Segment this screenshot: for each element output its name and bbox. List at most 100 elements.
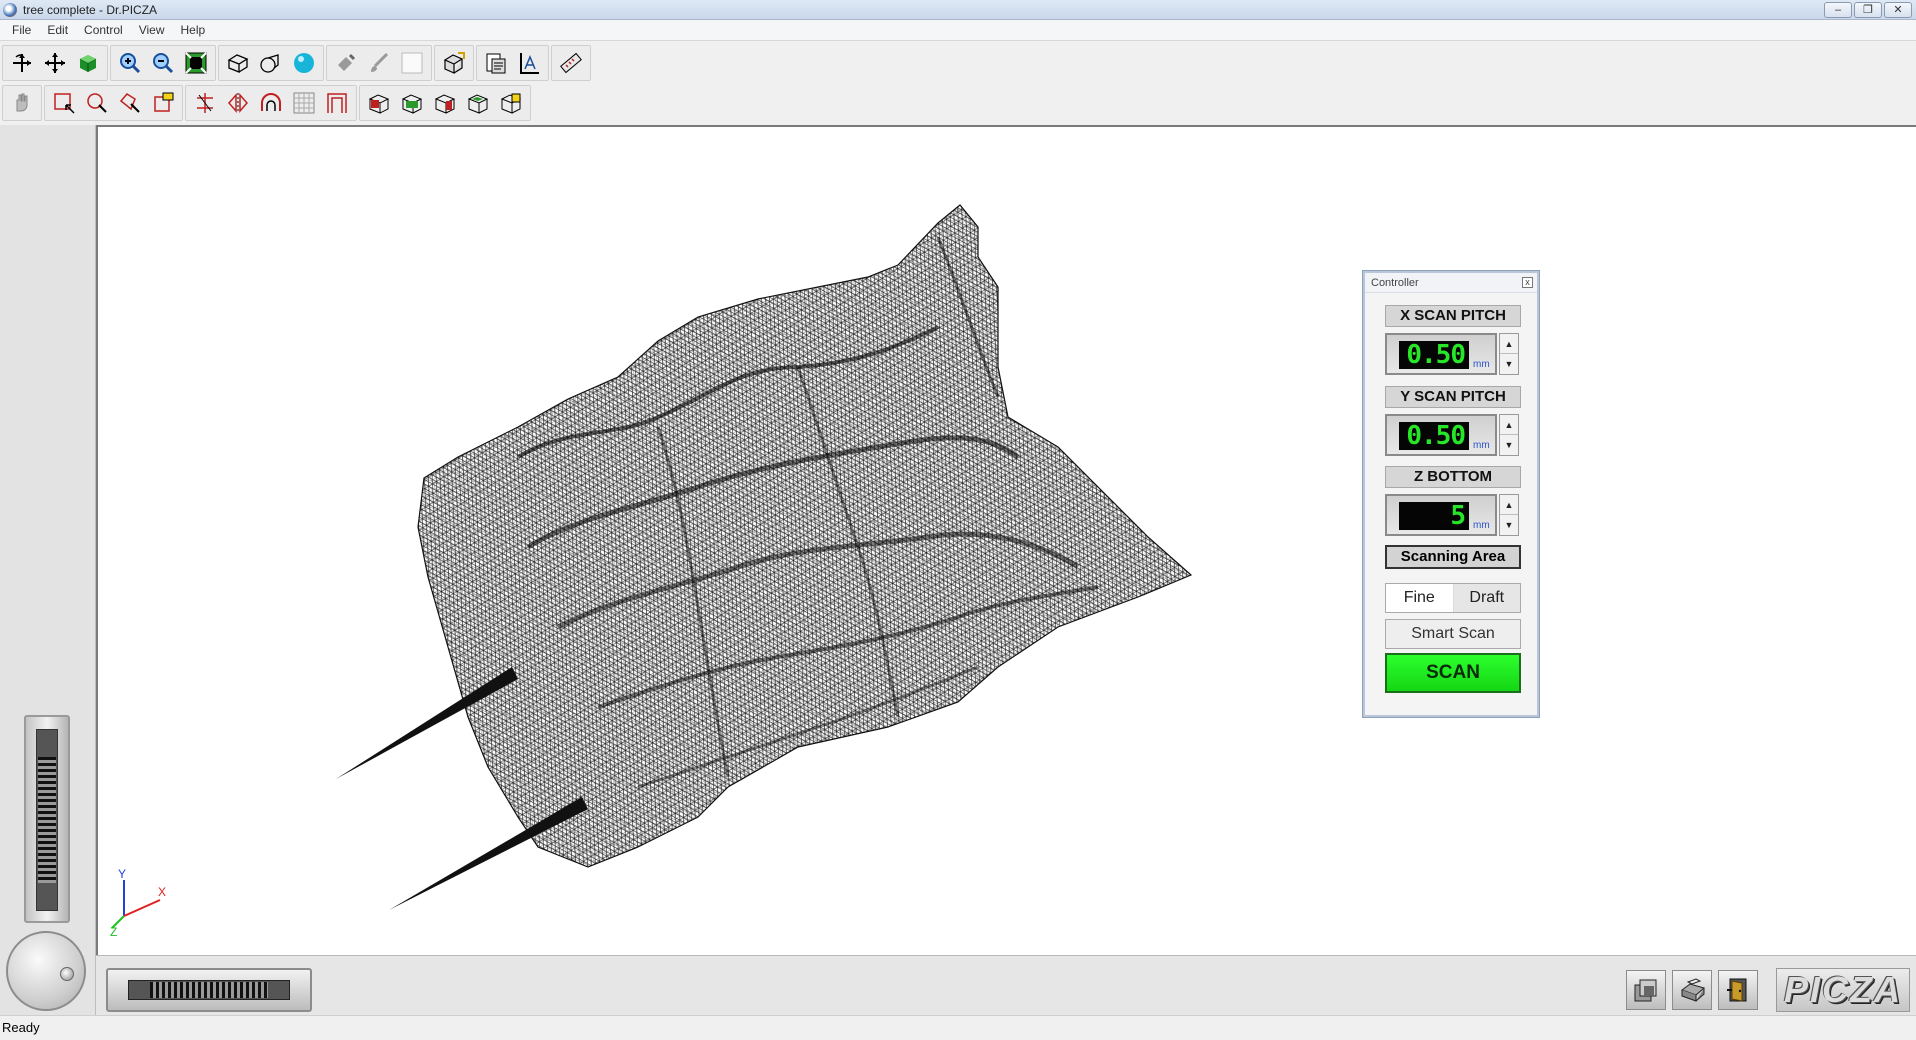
y-scan-pitch-unit: mm <box>1473 440 1490 451</box>
x-scan-pitch-value: 0.50 <box>1399 341 1469 369</box>
toolbar-group-measure <box>551 45 591 81</box>
menu-view[interactable]: View <box>131 23 173 37</box>
view-back-icon[interactable] <box>396 87 428 119</box>
print-icon[interactable] <box>1672 970 1712 1010</box>
minimize-button[interactable]: – <box>1824 2 1852 18</box>
scan-button[interactable]: SCAN <box>1385 653 1521 693</box>
restore-button[interactable]: ❐ <box>1854 2 1882 18</box>
brush-icon[interactable] <box>363 47 395 79</box>
cut-icon[interactable] <box>189 87 221 119</box>
axis-grid-icon[interactable] <box>513 47 545 79</box>
controller-title: Controller <box>1371 276 1419 289</box>
x-scan-pitch-stepper[interactable]: 0.50 mm ▲ ▼ <box>1385 333 1521 375</box>
y-axis-label: Y <box>118 867 126 881</box>
toolbar-group-tools <box>476 45 549 81</box>
picza-logo: PICZA <box>1776 968 1910 1012</box>
toolbar-group-render <box>218 45 324 81</box>
view-front-icon[interactable] <box>363 87 395 119</box>
view-iso-icon[interactable] <box>495 87 527 119</box>
polygon-select-icon[interactable] <box>114 87 146 119</box>
y-scan-pitch-up-button[interactable]: ▲ <box>1500 415 1518 435</box>
x-scan-pitch-unit: mm <box>1473 359 1490 370</box>
edit-toolbar <box>2 84 531 122</box>
move-icon[interactable] <box>39 47 71 79</box>
y-scan-pitch-value: 0.50 <box>1399 422 1469 450</box>
controller-close-button[interactable]: x <box>1522 277 1533 288</box>
blank-icon[interactable] <box>396 47 428 79</box>
horizontal-slider-thumb[interactable] <box>150 982 268 998</box>
x-axis-label: X <box>158 885 166 899</box>
z-bottom-up-button[interactable]: ▲ <box>1500 495 1518 515</box>
rect-select-icon[interactable] <box>48 87 80 119</box>
title-bar: tree complete - Dr.PICZA – ❐ ✕ <box>0 0 1916 20</box>
toolbar-group-modify <box>185 85 357 121</box>
grid-icon[interactable] <box>288 87 320 119</box>
z-bottom-stepper[interactable]: 5 mm ▲ ▼ <box>1385 494 1521 536</box>
menu-file[interactable]: File <box>4 23 39 37</box>
crop-icon[interactable] <box>147 87 179 119</box>
wireframe-icon[interactable] <box>222 47 254 79</box>
scan-mode-toggle: Fine Draft <box>1385 583 1521 613</box>
fit-view-icon[interactable] <box>180 47 212 79</box>
fine-mode-button[interactable]: Fine <box>1386 584 1454 612</box>
status-bar: Ready <box>0 1015 1916 1040</box>
rotate-icon[interactable] <box>6 47 38 79</box>
arch-icon[interactable] <box>255 87 287 119</box>
zoom-out-icon[interactable] <box>147 47 179 79</box>
document-icon[interactable] <box>480 47 512 79</box>
y-scan-pitch-stepper[interactable]: 0.50 mm ▲ ▼ <box>1385 414 1521 456</box>
toolbar-group-object <box>434 45 474 81</box>
lasso-select-icon[interactable] <box>81 87 113 119</box>
frame-icon[interactable] <box>321 87 353 119</box>
toolbar-group-select <box>44 85 183 121</box>
y-scan-pitch-label: Y SCAN PITCH <box>1385 386 1521 408</box>
window-controls: – ❐ ✕ <box>1824 2 1912 18</box>
menu-help[interactable]: Help <box>173 23 214 37</box>
paint-icon[interactable] <box>330 47 362 79</box>
rotate-knob[interactable] <box>6 931 86 1011</box>
view-side-icon[interactable] <box>429 87 461 119</box>
zoom-slider[interactable] <box>24 715 70 923</box>
toolbar-group-zoom <box>110 45 216 81</box>
x-scan-pitch-spin-buttons: ▲ ▼ <box>1499 333 1519 375</box>
3d-viewport[interactable] <box>96 125 1916 955</box>
close-button[interactable]: ✕ <box>1884 2 1912 18</box>
z-bottom-down-button[interactable]: ▼ <box>1500 515 1518 535</box>
menu-edit[interactable]: Edit <box>39 23 76 37</box>
sphere-icon[interactable] <box>288 47 320 79</box>
scanning-area-button[interactable]: Scanning Area <box>1385 545 1521 569</box>
surface-icon[interactable] <box>255 47 287 79</box>
mirror-icon[interactable] <box>222 87 254 119</box>
view-top-icon[interactable] <box>462 87 494 119</box>
x-scan-pitch-up-button[interactable]: ▲ <box>1500 334 1518 354</box>
object-icon[interactable] <box>438 47 470 79</box>
y-scan-pitch-section: Y SCAN PITCH 0.50 mm ▲ ▼ <box>1385 386 1521 456</box>
rotate-knob-indicator <box>60 967 74 981</box>
draft-mode-button[interactable]: Draft <box>1453 584 1520 612</box>
controller-panel: Controller x X SCAN PITCH 0.50 mm ▲ ▼ Y … <box>1363 271 1539 717</box>
main-toolbar <box>2 44 591 82</box>
menu-control[interactable]: Control <box>76 23 131 37</box>
x-axis-line <box>123 899 161 917</box>
exit-door-icon[interactable] <box>1718 970 1758 1010</box>
x-scan-pitch-label: X SCAN PITCH <box>1385 305 1521 327</box>
ruler-icon[interactable] <box>555 47 587 79</box>
bottom-bar: PICZA <box>96 955 1916 1015</box>
y-scan-pitch-down-button[interactable]: ▼ <box>1500 435 1518 455</box>
toolbar-group-hand <box>2 85 42 121</box>
zoom-slider-thumb[interactable] <box>38 757 56 883</box>
zoom-in-icon[interactable] <box>114 47 146 79</box>
z-bottom-label: Z BOTTOM <box>1385 466 1521 488</box>
hand-icon[interactable] <box>6 87 38 119</box>
x-scan-pitch-display: 0.50 mm <box>1385 333 1497 375</box>
z-axis-label: Z <box>110 925 117 936</box>
x-scan-pitch-down-button[interactable]: ▼ <box>1500 354 1518 374</box>
status-text: Ready <box>2 1020 40 1035</box>
horizontal-slider[interactable] <box>106 968 312 1012</box>
cube-stack-icon[interactable] <box>1626 970 1666 1010</box>
z-bottom-section: Z BOTTOM 5 mm ▲ ▼ <box>1385 466 1521 536</box>
scanned-mesh <box>336 204 1193 910</box>
color-cube-icon[interactable] <box>72 47 104 79</box>
y-scan-pitch-spin-buttons: ▲ ▼ <box>1499 414 1519 456</box>
smart-scan-button[interactable]: Smart Scan <box>1385 619 1521 649</box>
